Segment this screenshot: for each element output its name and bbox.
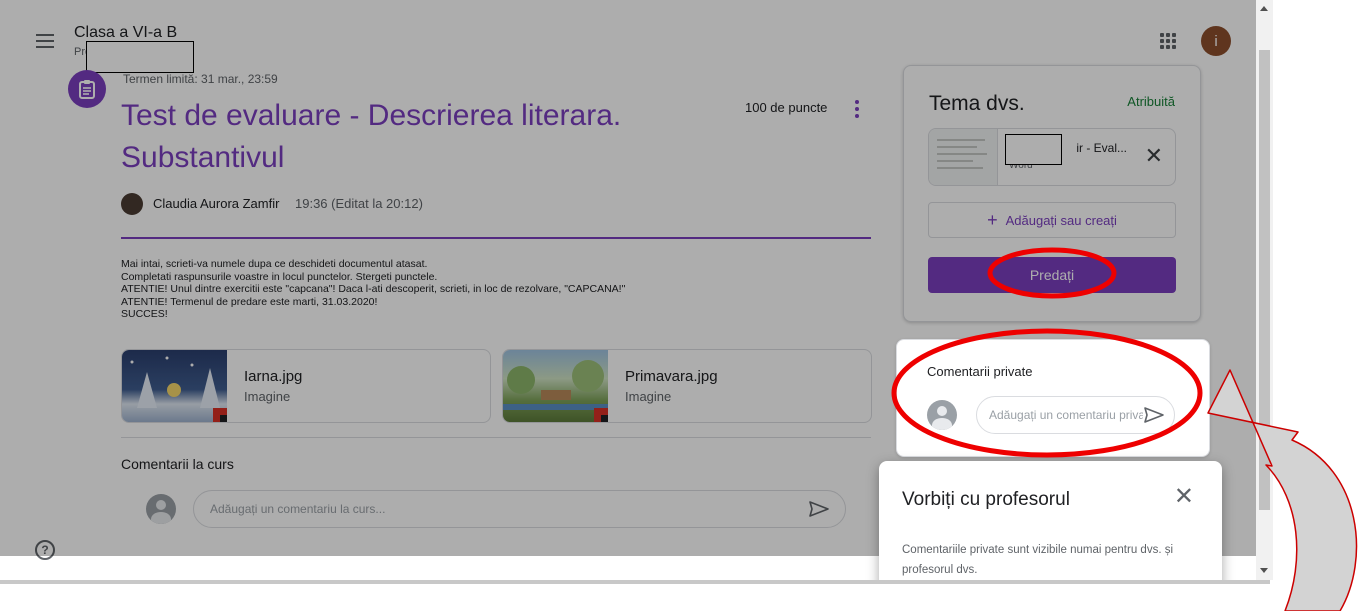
attachment-name: Primavara.jpg: [625, 368, 718, 385]
scroll-down-arrow-icon[interactable]: [1260, 568, 1268, 573]
vertical-scrollbar[interactable]: [1256, 0, 1273, 580]
send-icon[interactable]: [1143, 406, 1165, 424]
attachment-name: Iarna.jpg: [244, 368, 303, 385]
attachment-type: Imagine: [244, 389, 291, 404]
add-or-create-label: Adăugați sau creați: [1005, 212, 1117, 228]
file-name-end: ir - Eval...: [1076, 141, 1128, 155]
redaction-box: [86, 41, 194, 73]
close-icon[interactable]: ✕: [1174, 485, 1194, 509]
deadline-text: Termen limită: 31 mar., 23:59: [123, 72, 278, 86]
private-comments-title: Comentarii private: [927, 364, 1033, 379]
author-name: Claudia Aurora Zamfir: [153, 196, 280, 211]
attachment-card[interactable]: Primavara.jpg Imagine: [502, 349, 872, 423]
assignment-title: Test de evaluare - Descrierea literara. …: [121, 99, 622, 174]
classroom-app: Clasa a VI-a B Prof. i Termen limită: 31…: [0, 0, 1256, 580]
author-avatar: [121, 193, 143, 215]
image-type-icon: [213, 408, 227, 422]
class-comment-input[interactable]: Adăugați un comentariu la curs...: [193, 490, 846, 528]
send-icon[interactable]: [808, 500, 830, 518]
description-line: SUCCES!: [121, 308, 168, 321]
description-line: Mai intai, scrieti-va numele dupa ce des…: [121, 258, 428, 270]
points-label: 100 de puncte: [745, 100, 828, 115]
more-vert-icon[interactable]: [855, 100, 859, 121]
your-work-title: Tema dvs.: [929, 92, 1025, 115]
scroll-up-arrow-icon[interactable]: [1260, 6, 1268, 11]
private-comments-card: Comentarii private Adăugați un comentari…: [896, 339, 1210, 457]
redaction-box: [1005, 134, 1062, 165]
description-line: ATENTIE! Termenul de predare este marti,…: [121, 295, 378, 308]
user-avatar: [146, 494, 176, 524]
assignment-icon: [68, 70, 106, 108]
assignment-description: Mai intai, scrieti-va numele dupa ce des…: [121, 258, 821, 321]
dialog-title: Vorbiți cu profesorul: [902, 489, 1070, 510]
top-bar: Clasa a VI-a B Prof. i: [0, 0, 1256, 74]
post-time: 19:36 (Editat la 20:12): [295, 196, 423, 211]
user-avatar: [927, 400, 957, 430]
status-badge: Atribuită: [1127, 94, 1175, 109]
account-avatar[interactable]: i: [1201, 26, 1231, 56]
attachment-type: Imagine: [625, 389, 672, 404]
close-icon[interactable]: ✕: [1145, 145, 1163, 167]
help-icon[interactable]: ?: [35, 540, 55, 560]
description-line: ATENTIE! Unul dintre exercitii este "cap…: [121, 283, 626, 296]
teacher-dialog: Vorbiți cu profesorul ✕ Comentariile pri…: [879, 461, 1222, 580]
plus-icon: +: [987, 210, 998, 230]
section-divider: [121, 437, 871, 438]
attachment-thumbnail: [503, 350, 608, 422]
submit-button[interactable]: Predați: [928, 257, 1176, 293]
class-comments-title: Comentarii la curs: [121, 456, 234, 472]
class-title[interactable]: Clasa a VI-a B: [74, 24, 177, 42]
attached-file[interactable]: iuir - Eval... Word ✕: [928, 128, 1176, 186]
attachment-card[interactable]: Iarna.jpg Imagine: [121, 349, 491, 423]
image-type-icon: [594, 408, 608, 422]
menu-icon[interactable]: [36, 34, 54, 48]
add-or-create-button[interactable]: + Adăugați sau creați: [928, 202, 1176, 238]
dialog-text: Comentariile private sunt vizibile numai…: [902, 544, 1174, 576]
your-work-card: Tema dvs. Atribuită iuir - Eval... Word …: [903, 65, 1201, 322]
file-thumbnail: [929, 129, 998, 185]
scrollbar-thumb[interactable]: [1259, 50, 1270, 510]
attachment-thumbnail: [122, 350, 227, 422]
title-divider: [121, 237, 871, 239]
horizontal-scrollbar[interactable]: [0, 580, 1270, 584]
description-line: Completati raspunsurile voastre in locul…: [121, 270, 438, 283]
apps-icon[interactable]: [1160, 33, 1176, 49]
